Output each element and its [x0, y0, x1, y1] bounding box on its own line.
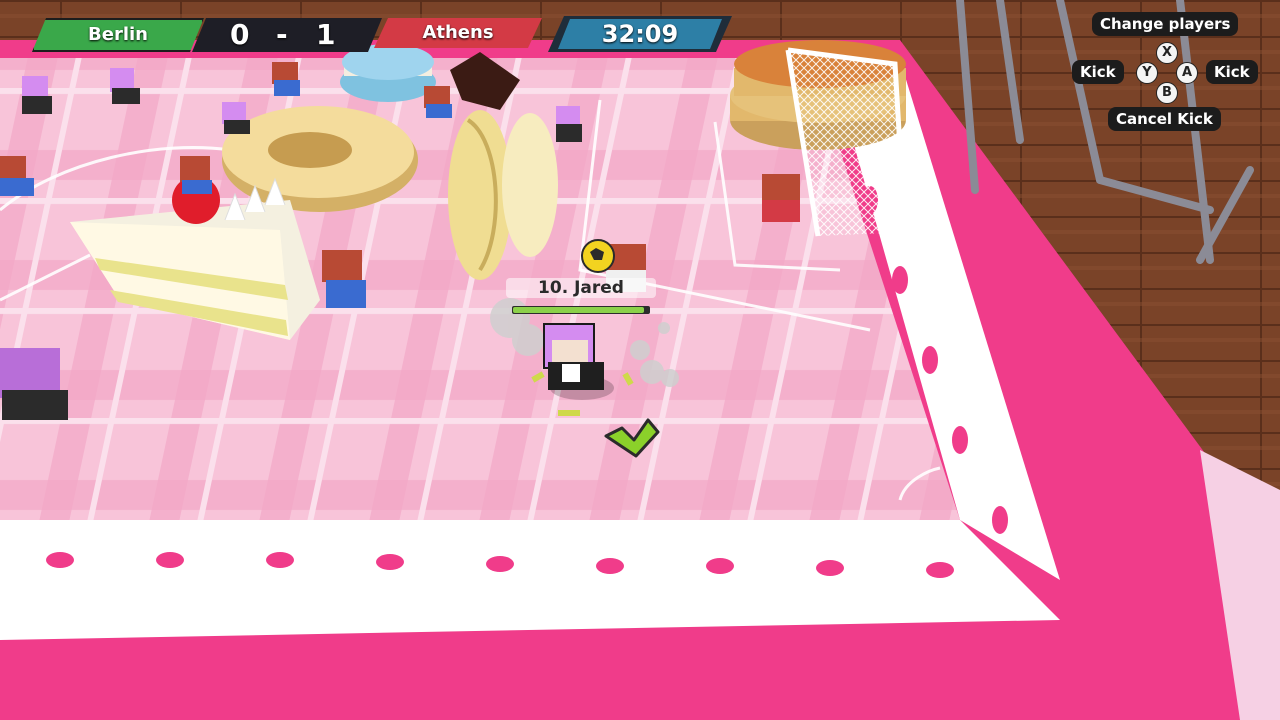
away-score: 1	[316, 18, 336, 51]
player-figure	[322, 250, 366, 308]
stamina-bar	[512, 306, 650, 314]
button-b-icon: B	[1156, 82, 1178, 104]
kick-hint-left: Kick	[1072, 60, 1124, 84]
macaron	[340, 44, 436, 102]
stamina-bar-fill	[513, 307, 645, 313]
match-timer: 32:09	[548, 16, 732, 52]
cancel-kick-hint: Cancel Kick	[1108, 107, 1221, 131]
away-team-name: Athens	[422, 22, 494, 43]
score-box: 0 - 1	[192, 18, 382, 52]
kick-hint-right: Kick	[1206, 60, 1258, 84]
player-figure	[222, 102, 250, 134]
timer-value: 32:09	[601, 20, 679, 48]
ball-icon	[581, 239, 615, 273]
player-figure	[180, 156, 212, 194]
home-team-name: Berlin	[88, 24, 148, 45]
player-figure	[22, 76, 52, 114]
player-figure	[424, 86, 452, 118]
button-x-icon: X	[1156, 42, 1178, 64]
player-figure	[0, 348, 68, 420]
button-a-icon: A	[1176, 62, 1198, 84]
player-figure	[762, 174, 800, 222]
button-y-icon: Y	[1136, 62, 1158, 84]
player-figure	[272, 62, 300, 96]
away-team-panel: Athens	[374, 18, 542, 48]
home-score: 0	[230, 18, 250, 51]
player-name-label: 10. Jared	[506, 278, 656, 298]
game-scene	[0, 0, 1280, 720]
score-separator: -	[276, 18, 288, 51]
scoreboard: Berlin 0 - 1 Athens	[32, 18, 532, 52]
home-team-panel: Berlin	[32, 18, 204, 52]
player-nameplate: 10. Jared	[506, 270, 656, 318]
player-figure	[556, 106, 582, 142]
change-players-hint: Change players	[1092, 12, 1239, 36]
